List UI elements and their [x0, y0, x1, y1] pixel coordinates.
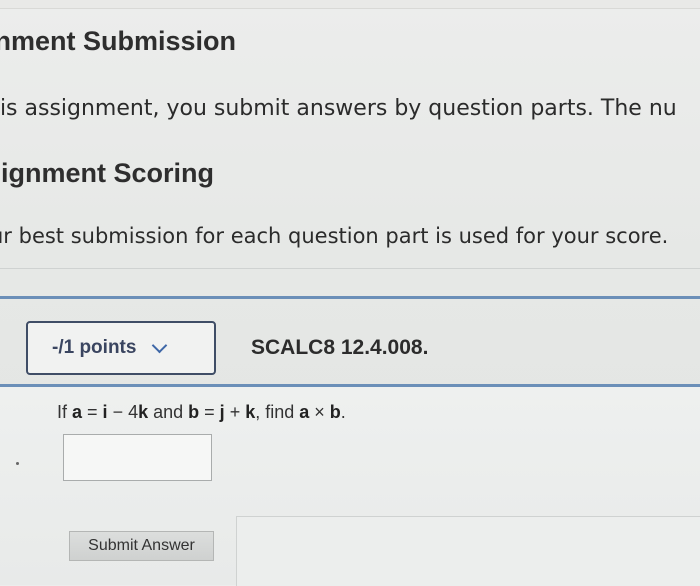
assignment-scoring-heading: signment Scoring: [0, 158, 215, 188]
section-divider: [0, 296, 700, 299]
question-text: If a = i − 4k and b = j + k, find a × b.: [57, 402, 346, 422]
scoring-description: ur best submission for each question par…: [0, 224, 669, 248]
points-dropdown[interactable]: -/1 points: [26, 321, 216, 375]
bullet-dot: [16, 462, 19, 465]
submission-description: his assignment, you submit answers by qu…: [0, 96, 677, 121]
divider: [0, 268, 700, 269]
question-id: SCALC8 12.4.008.: [251, 336, 429, 359]
answer-input[interactable]: [63, 434, 212, 481]
side-panel: [236, 516, 700, 586]
top-border: [0, 0, 700, 9]
submit-answer-button[interactable]: Submit Answer: [69, 531, 214, 561]
assignment-submission-heading: gnment Submission: [0, 26, 237, 56]
points-label: -/1 points: [52, 337, 137, 358]
chevron-down-icon: [152, 337, 168, 353]
